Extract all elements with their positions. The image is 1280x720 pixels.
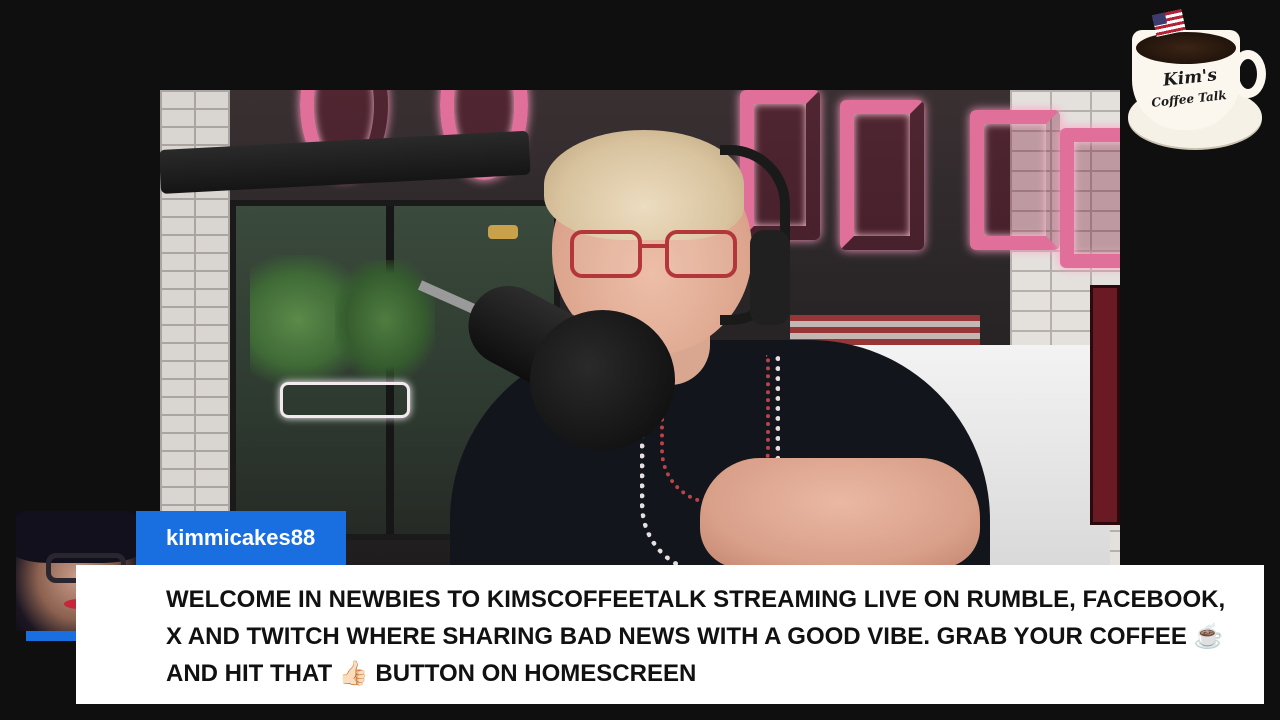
mic-mount [488,225,518,239]
video-feed [160,90,1120,565]
plants-2 [335,260,435,380]
headphone-earcup [750,230,790,325]
neon-letter [970,110,1060,250]
wall-poster [1090,285,1120,525]
chat-message-box: WELCOME IN NEWBIES TO KIMSCOFFEETALK STR… [76,565,1264,704]
chat-username: kimmicakes88 [136,511,346,565]
kims-coffee-talk-logo: Kim's Coffee Talk [1124,8,1270,153]
chat-message-text: WELCOME IN NEWBIES TO KIMSCOFFEETALK STR… [166,586,1226,687]
host-hands [700,458,980,565]
coffee-surface [1136,32,1236,64]
neon-letter [1060,128,1120,268]
glasses-icon [570,230,740,278]
mic-windscreen [530,310,675,450]
neon-letter [840,100,924,250]
host-hair [544,130,744,240]
small-neon-sign [280,382,410,418]
